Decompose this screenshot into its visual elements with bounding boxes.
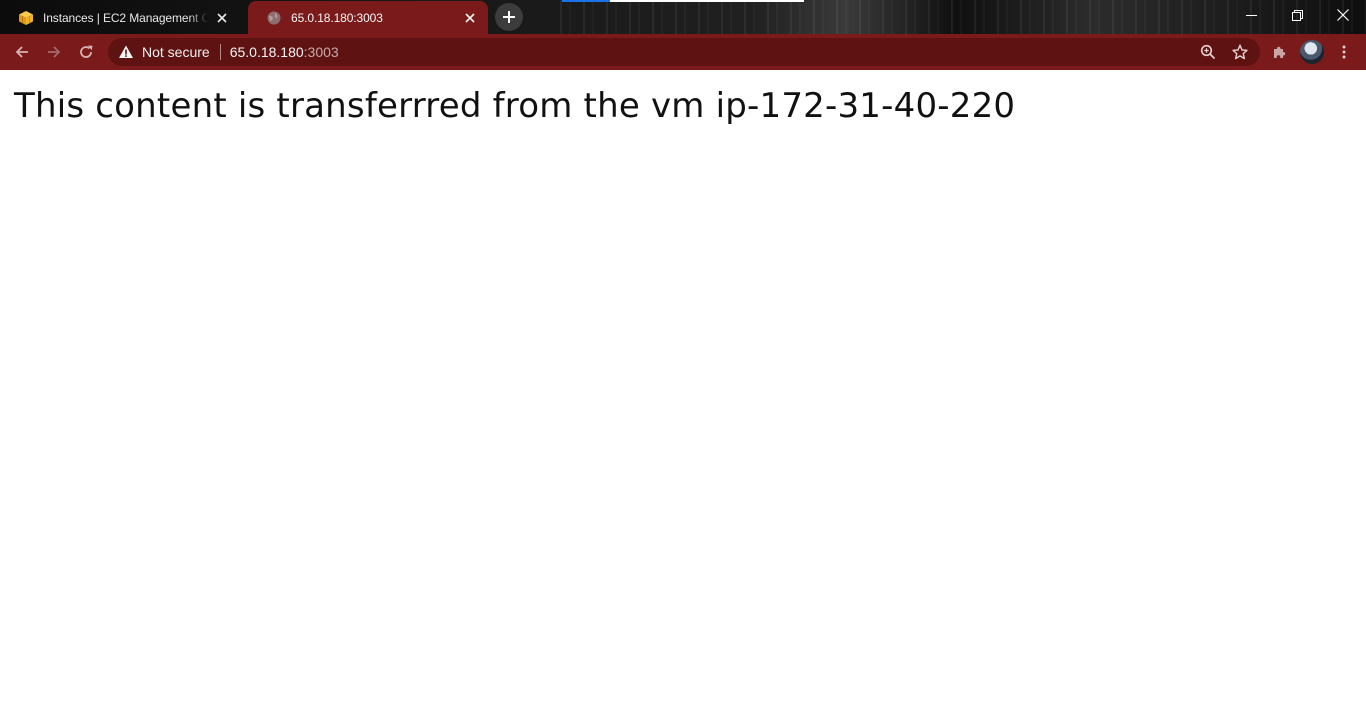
close-window-button[interactable]	[1320, 0, 1366, 30]
extensions-button[interactable]	[1268, 40, 1292, 64]
tab-current-page[interactable]: 65.0.18.180:3003	[248, 1, 488, 34]
minimize-icon	[1245, 14, 1257, 16]
close-icon[interactable]	[214, 10, 230, 26]
aws-cube-icon	[18, 10, 34, 26]
menu-button[interactable]	[1332, 40, 1356, 64]
reload-icon	[80, 45, 93, 58]
address-bar[interactable]: Not secure 65.0.18.180:3003	[108, 38, 1260, 66]
tab-title: 65.0.18.180:3003	[291, 10, 383, 25]
close-icon	[1337, 9, 1349, 21]
url-host[interactable]: 65.0.18.180	[230, 44, 304, 60]
globe-icon	[266, 10, 282, 26]
close-icon[interactable]	[462, 10, 478, 26]
page-content: This content is transferrred from the vm…	[0, 70, 1366, 727]
tab-title: Instances | EC2 Management Console	[43, 10, 208, 25]
security-status-label[interactable]: Not secure	[142, 44, 210, 60]
profile-avatar[interactable]	[1300, 40, 1324, 64]
warning-icon[interactable]	[118, 44, 134, 60]
url-port[interactable]: :3003	[304, 44, 339, 60]
restore-icon	[1291, 9, 1303, 21]
arrow-right-icon	[48, 46, 61, 58]
plus-icon	[503, 11, 515, 23]
browser-toolbar: Not secure 65.0.18.180:3003	[0, 34, 1366, 70]
star-icon	[1232, 44, 1248, 60]
arrow-left-icon	[15, 46, 28, 58]
puzzle-icon	[1274, 46, 1286, 58]
more-vertical-icon	[1342, 45, 1346, 59]
minimize-button[interactable]	[1228, 0, 1274, 30]
new-tab-button[interactable]	[495, 3, 523, 31]
page-heading: This content is transferrred from the vm…	[14, 86, 1016, 126]
back-button[interactable]	[8, 38, 36, 66]
zoom-icon	[1200, 44, 1216, 60]
tab-ec2-instances[interactable]: Instances | EC2 Management Console	[0, 1, 240, 34]
zoom-button[interactable]	[1196, 40, 1220, 64]
bookmark-button[interactable]	[1228, 40, 1252, 64]
tab-strip: Instances | EC2 Management Console 65.0.…	[0, 0, 1366, 34]
page-load-indicator	[562, 0, 804, 2]
reload-button[interactable]	[72, 38, 100, 66]
address-divider	[219, 44, 221, 60]
restore-button[interactable]	[1274, 0, 1320, 30]
forward-button[interactable]	[40, 38, 68, 66]
